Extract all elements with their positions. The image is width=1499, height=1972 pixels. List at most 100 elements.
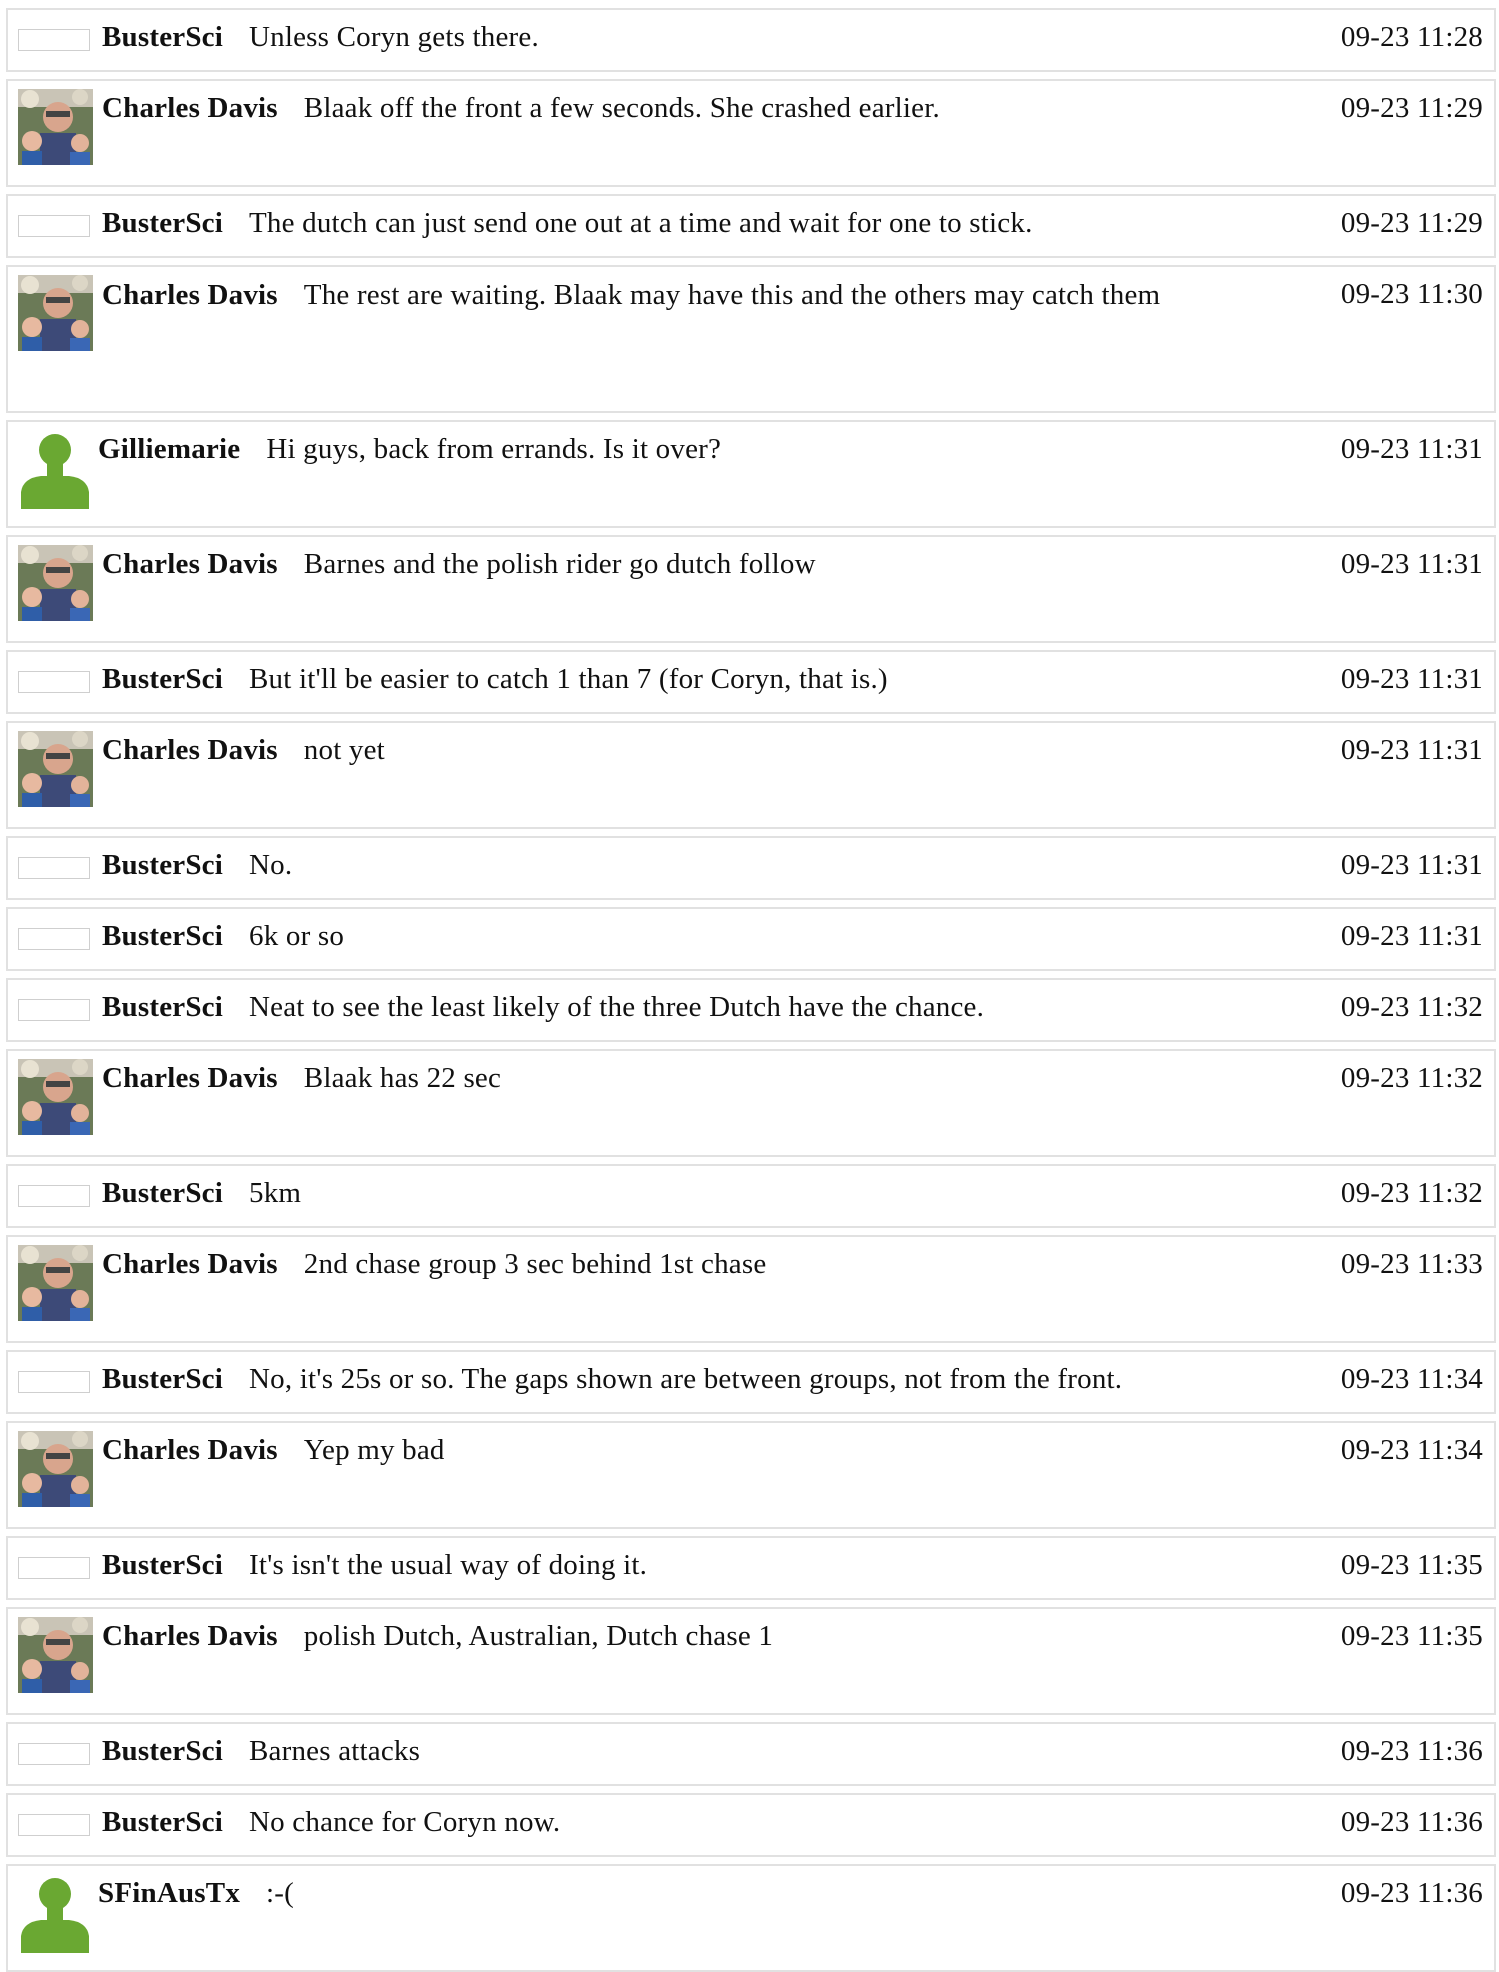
timestamp: 09-23 11:31 [1340, 849, 1483, 881]
chat-message: Charles Davis Blaak has 22 sec 09-23 11:3… [6, 1049, 1496, 1157]
default-user-icon[interactable] [19, 430, 91, 509]
chat-message: BusterSci It's isn't the usual way of doi… [6, 1536, 1496, 1600]
username[interactable]: Charles Davis [102, 1620, 278, 1652]
chat-message: BusterSci No, it's 25s or so. The gaps sh… [6, 1350, 1496, 1414]
message-text: Yep my bad [303, 1434, 445, 1466]
message-body: BusterSci Neat to see the least likely of… [102, 988, 1292, 1026]
username[interactable]: Charles Davis [102, 279, 278, 311]
username[interactable]: Charles Davis [102, 1248, 278, 1280]
message-body: Charles Davis Blaak off the front a few s… [102, 89, 1292, 127]
chat-message: Charles Davis not yet 09-23 11:31 [6, 721, 1496, 829]
avatar[interactable] [18, 1431, 93, 1507]
timestamp: 09-23 11:31 [1340, 920, 1483, 952]
username[interactable]: SFinAusTx [98, 1877, 240, 1909]
timestamp: 09-23 11:30 [1340, 278, 1483, 310]
timestamp: 09-23 11:34 [1340, 1434, 1483, 1466]
chat-message: BusterSci No chance for Coryn now. 09-23 … [6, 1793, 1496, 1857]
username[interactable]: BusterSci [102, 1806, 223, 1838]
avatar-placeholder[interactable] [18, 1185, 90, 1207]
chat-message: Charles Davis Yep my bad 09-23 11:34 [6, 1421, 1496, 1529]
chat-message: Gilliemarie Hi guys, back from errands. I… [6, 420, 1496, 528]
avatar[interactable] [18, 1059, 93, 1135]
message-body: Gilliemarie Hi guys, back from errands. I… [98, 430, 1288, 468]
avatar[interactable] [18, 1245, 93, 1321]
avatar-placeholder[interactable] [18, 999, 90, 1021]
timestamp: 09-23 11:33 [1340, 1248, 1483, 1280]
username[interactable]: Charles Davis [102, 548, 278, 580]
avatar[interactable] [18, 545, 93, 621]
default-user-icon[interactable] [19, 1874, 91, 1953]
timestamp: 09-23 11:31 [1340, 663, 1483, 695]
message-text: 6k or so [249, 920, 345, 952]
message-text: Blaak off the front a few seconds. She c… [303, 92, 940, 124]
message-text: The dutch can just send one out at a tim… [249, 207, 1033, 239]
chat-message: BusterSci Barnes attacks 09-23 11:36 [6, 1722, 1496, 1786]
avatar[interactable] [18, 89, 93, 165]
username[interactable]: Charles Davis [102, 92, 278, 124]
message-body: Charles Davis The rest are waiting. Blaak… [18, 253, 1248, 337]
message-text: not yet [303, 734, 385, 766]
message-text: But it'll be easier to catch 1 than 7 (f… [249, 663, 888, 695]
avatar-placeholder[interactable] [18, 215, 90, 237]
username[interactable]: BusterSci [102, 1549, 223, 1581]
chat-message: BusterSci Unless Coryn gets there. 09-23 … [6, 8, 1496, 72]
timestamp: 09-23 11:32 [1340, 991, 1483, 1023]
message-body: Charles Davis polish Dutch, Australian, D… [102, 1617, 1292, 1655]
chat-message: Charles Davis polish Dutch, Australian, D… [6, 1607, 1496, 1715]
username[interactable]: Gilliemarie [98, 433, 240, 465]
message-text: Blaak has 22 sec [303, 1062, 502, 1094]
username[interactable]: BusterSci [102, 849, 223, 881]
chat-message: BusterSci No. 09-23 11:31 [6, 836, 1496, 900]
avatar-placeholder[interactable] [18, 29, 90, 51]
message-text: polish Dutch, Australian, Dutch chase 1 [303, 1620, 774, 1652]
message-body: BusterSci 5km [102, 1174, 1292, 1212]
message-body: BusterSci No. [102, 846, 1292, 884]
username[interactable]: BusterSci [102, 1735, 223, 1767]
chat-message: Charles Davis Barnes and the polish rider… [6, 535, 1496, 643]
message-body: BusterSci No, it's 25s or so. The gaps sh… [102, 1360, 1292, 1398]
avatar-placeholder[interactable] [18, 1371, 90, 1393]
username[interactable]: Charles Davis [102, 734, 278, 766]
avatar-placeholder[interactable] [18, 1743, 90, 1765]
username[interactable]: BusterSci [102, 207, 223, 239]
message-text: 2nd chase group 3 sec behind 1st chase [303, 1248, 767, 1280]
chat-log: BusterSci Unless Coryn gets there. 09-23 … [0, 0, 1499, 1972]
timestamp: 09-23 11:29 [1340, 92, 1483, 124]
chat-message: BusterSci Neat to see the least likely of… [6, 978, 1496, 1042]
chat-message: BusterSci 5km 09-23 11:32 [6, 1164, 1496, 1228]
chat-message: BusterSci The dutch can just send one out… [6, 194, 1496, 258]
message-body: Charles Davis 2nd chase group 3 sec behin… [102, 1245, 1292, 1283]
avatar-placeholder[interactable] [18, 857, 90, 879]
message-body: BusterSci The dutch can just send one out… [102, 204, 1292, 242]
message-text: 5km [249, 1177, 302, 1209]
message-text: No. [249, 849, 293, 881]
message-body: BusterSci 6k or so [102, 917, 1292, 955]
timestamp: 09-23 11:29 [1340, 207, 1483, 239]
avatar-placeholder[interactable] [18, 928, 90, 950]
username[interactable]: BusterSci [102, 1177, 223, 1209]
avatar[interactable] [18, 1617, 93, 1693]
timestamp: 09-23 11:31 [1340, 548, 1483, 580]
message-text: No, it's 25s or so. The gaps shown are b… [249, 1363, 1123, 1395]
chat-message: Charles Davis The rest are waiting. Blaak… [6, 265, 1496, 413]
username[interactable]: BusterSci [102, 920, 223, 952]
message-body: Charles Davis Yep my bad [102, 1431, 1292, 1469]
avatar-placeholder[interactable] [18, 1557, 90, 1579]
avatar-placeholder[interactable] [18, 1814, 90, 1836]
avatar-placeholder[interactable] [18, 671, 90, 693]
username[interactable]: BusterSci [102, 663, 223, 695]
username[interactable]: Charles Davis [102, 1062, 278, 1094]
username[interactable]: Charles Davis [102, 1434, 278, 1466]
timestamp: 09-23 11:31 [1340, 433, 1483, 465]
timestamp: 09-23 11:36 [1340, 1806, 1483, 1838]
message-body: Charles Davis Barnes and the polish rider… [102, 545, 1292, 583]
message-text: It's isn't the usual way of doing it. [249, 1549, 648, 1581]
avatar[interactable] [18, 731, 93, 807]
message-text: Unless Coryn gets there. [249, 21, 539, 53]
username[interactable]: BusterSci [102, 991, 223, 1023]
timestamp: 09-23 11:32 [1340, 1062, 1483, 1094]
chat-message: Charles Davis Blaak off the front a few s… [6, 79, 1496, 187]
username[interactable]: BusterSci [102, 21, 223, 53]
message-body: Charles Davis not yet [102, 731, 1292, 769]
username[interactable]: BusterSci [102, 1363, 223, 1395]
